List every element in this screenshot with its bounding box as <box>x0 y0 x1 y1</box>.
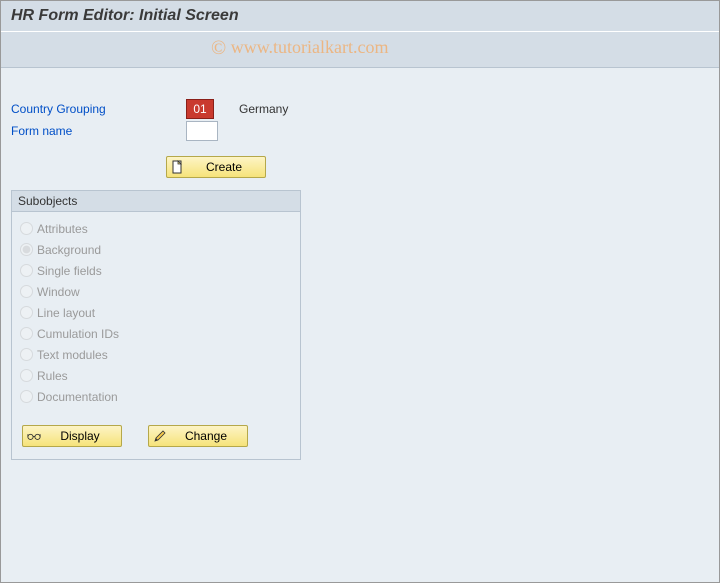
radio-documentation-input[interactable] <box>20 390 33 403</box>
radio-rules[interactable]: Rules <box>18 365 294 386</box>
radio-documentation-label: Documentation <box>37 390 118 404</box>
subobjects-button-row: Display Change <box>18 425 294 447</box>
subobjects-title: Subobjects <box>12 191 300 212</box>
radio-window[interactable]: Window <box>18 281 294 302</box>
radio-attributes[interactable]: Attributes <box>18 218 294 239</box>
radio-rules-label: Rules <box>37 369 68 383</box>
radio-background[interactable]: Background <box>18 239 294 260</box>
subobjects-groupbox: Subobjects Attributes Background Single … <box>11 190 301 460</box>
row-country-grouping: Country Grouping Germany <box>11 98 709 120</box>
label-country-grouping[interactable]: Country Grouping <box>11 102 186 116</box>
radio-text-modules-label: Text modules <box>37 348 108 362</box>
radio-single-fields-input[interactable] <box>20 264 33 277</box>
page-title: HR Form Editor: Initial Screen <box>11 7 239 24</box>
radio-text-modules-input[interactable] <box>20 348 33 361</box>
new-document-icon <box>171 160 185 174</box>
row-form-name: Form name <box>11 120 709 142</box>
radio-cumulation-ids-input[interactable] <box>20 327 33 340</box>
glasses-icon <box>27 429 41 443</box>
display-button-label: Display <box>47 429 113 443</box>
input-country-grouping[interactable] <box>186 99 214 119</box>
radio-cumulation-ids[interactable]: Cumulation IDs <box>18 323 294 344</box>
create-button[interactable]: Create <box>166 156 266 178</box>
toolbar-strip <box>1 32 719 68</box>
radio-single-fields[interactable]: Single fields <box>18 260 294 281</box>
content-area: Country Grouping Germany Form name Creat… <box>1 68 719 470</box>
radio-cumulation-ids-label: Cumulation IDs <box>37 327 119 341</box>
radio-text-modules[interactable]: Text modules <box>18 344 294 365</box>
radio-line-layout-input[interactable] <box>20 306 33 319</box>
display-button[interactable]: Display <box>22 425 122 447</box>
radio-window-label: Window <box>37 285 80 299</box>
radio-attributes-input[interactable] <box>20 222 33 235</box>
create-button-label: Create <box>191 160 257 174</box>
radio-documentation[interactable]: Documentation <box>18 386 294 407</box>
label-form-name[interactable]: Form name <box>11 124 186 138</box>
radio-background-input[interactable] <box>20 243 33 256</box>
change-button-label: Change <box>173 429 239 443</box>
window-header: HR Form Editor: Initial Screen <box>1 1 719 32</box>
change-button[interactable]: Change <box>148 425 248 447</box>
input-form-name[interactable] <box>186 121 218 141</box>
radio-rules-input[interactable] <box>20 369 33 382</box>
radio-single-fields-label: Single fields <box>37 264 102 278</box>
radio-background-label: Background <box>37 243 101 257</box>
pencil-icon <box>153 429 167 443</box>
subobjects-body: Attributes Background Single fields Wind… <box>12 212 300 459</box>
radio-line-layout[interactable]: Line layout <box>18 302 294 323</box>
create-row: Create <box>166 156 709 178</box>
radio-window-input[interactable] <box>20 285 33 298</box>
radio-attributes-label: Attributes <box>37 222 88 236</box>
meta-country-grouping: Germany <box>239 102 288 116</box>
radio-line-layout-label: Line layout <box>37 306 95 320</box>
